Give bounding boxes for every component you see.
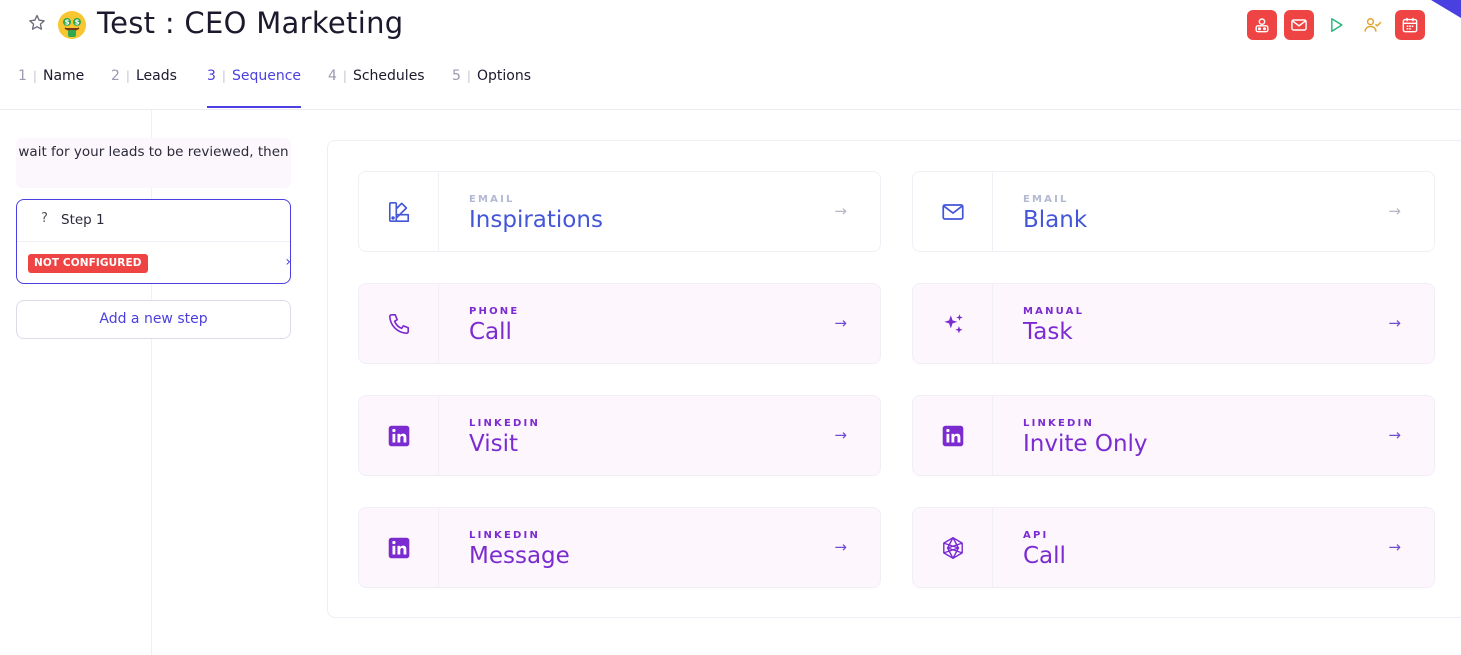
tab-number: 5 <box>452 68 461 84</box>
step-kind: LINKEDIN <box>469 530 541 541</box>
user-check-icon <box>1364 18 1382 32</box>
user-check-button[interactable] <box>1358 10 1388 40</box>
step-option-manual-task[interactable]: MANUAL Task → <box>912 283 1435 364</box>
wait-instruction: wait for your leads to be reviewed, then <box>16 138 291 188</box>
tab-separator: | <box>221 69 226 83</box>
tab-separator: | <box>466 69 471 83</box>
step-option-text: EMAIL Blank <box>993 172 1087 251</box>
step-option-email-blank[interactable]: EMAIL Blank → <box>912 171 1435 252</box>
svg-text:$: $ <box>65 19 70 27</box>
star-icon[interactable] <box>27 13 47 33</box>
arrow-right-icon: → <box>834 538 847 556</box>
step-option-text: PHONE Call <box>439 284 519 363</box>
arrow-right-icon: → <box>834 202 847 220</box>
api-icon <box>913 508 993 587</box>
step-option-linkedin-invite[interactable]: LINKEDIN Invite Only → <box>912 395 1435 476</box>
step-title: Visit <box>469 431 519 457</box>
step-kind: LINKEDIN <box>469 418 541 429</box>
step-option-text: LINKEDIN Invite Only <box>993 396 1148 475</box>
tab-label: Leads <box>135 68 177 84</box>
tab-number: 1 <box>18 68 27 84</box>
tab-separator: | <box>342 69 347 83</box>
tab-options[interactable]: 5 | Options <box>452 68 531 108</box>
step-title: Call <box>469 319 512 345</box>
step-header: ? Step 1 <box>17 200 290 242</box>
step-option-linkedin-message[interactable]: LINKEDIN Message → <box>358 507 881 588</box>
play-button[interactable] <box>1321 10 1351 40</box>
contact-card-icon <box>1255 18 1269 33</box>
question-icon: ? <box>41 211 48 226</box>
linkedin-icon <box>359 508 439 587</box>
step-kind: PHONE <box>469 306 520 317</box>
tab-label: Schedules <box>352 68 425 84</box>
step-option-phone-call[interactable]: PHONE Call → <box>358 283 881 364</box>
tab-label: Name <box>42 68 85 84</box>
arrow-right-icon: → <box>1388 538 1401 556</box>
linkedin-icon <box>359 396 439 475</box>
arrow-right-icon: → <box>834 314 847 332</box>
step-kind: API <box>1023 530 1049 541</box>
chevron-right-icon[interactable]: › <box>285 254 291 270</box>
step-title: Message <box>469 543 570 569</box>
arrow-right-icon: → <box>1388 426 1401 444</box>
linkedin-icon <box>913 396 993 475</box>
tab-label: Options <box>476 68 531 84</box>
step-option-text: API Call <box>993 508 1066 587</box>
step-option-text: LINKEDIN Message <box>439 508 570 587</box>
header-actions <box>1247 10 1425 40</box>
tab-number: 3 <box>207 68 216 84</box>
svg-text:$: $ <box>75 19 80 27</box>
tab-sequence[interactable]: 3 | Sequence <box>207 68 302 108</box>
page-header: $ $ Test : CEO Marketing <box>0 0 1461 52</box>
step-type-panel: EMAIL Inspirations → EMAIL Blank → PHONE… <box>327 140 1461 618</box>
step-option-text: EMAIL Inspirations <box>439 172 603 251</box>
step-card[interactable]: ? Step 1 NOT CONFIGURED › <box>16 199 291 284</box>
page-title: Test : CEO Marketing <box>97 6 404 40</box>
play-icon <box>1331 18 1343 32</box>
step-option-linkedin-visit[interactable]: LINKEDIN Visit → <box>358 395 881 476</box>
calendar-icon <box>1402 17 1418 33</box>
tab-bar: 1 | Name 2 | Leads 3 | Sequence 4 | Schedules 5 |… <box>0 52 1461 110</box>
arrow-right-icon: → <box>834 426 847 444</box>
add-step-button[interactable]: Add a new step <box>16 300 291 339</box>
tab-name[interactable]: 1 | Name <box>18 68 84 108</box>
tab-separator: | <box>32 69 37 83</box>
step-name: Step 1 <box>61 212 105 228</box>
palette-icon <box>359 172 439 251</box>
step-option-email-inspirations[interactable]: EMAIL Inspirations → <box>358 171 881 252</box>
calendar-button[interactable] <box>1395 10 1425 40</box>
step-title: Inspirations <box>469 207 603 233</box>
step-option-text: LINKEDIN Visit <box>439 396 540 475</box>
step-kind: MANUAL <box>1023 306 1085 317</box>
email-icon <box>1291 19 1307 31</box>
step-kind: EMAIL <box>469 194 515 205</box>
tab-leads[interactable]: 2 | Leads <box>111 68 177 108</box>
tab-separator: | <box>125 69 130 83</box>
status-badge: NOT CONFIGURED <box>28 254 148 273</box>
step-kind: EMAIL <box>1023 194 1069 205</box>
money-face-emoji: $ $ <box>57 10 87 40</box>
contact-card-button[interactable] <box>1247 10 1277 40</box>
envelope-icon <box>913 172 993 251</box>
step-title: Invite Only <box>1023 431 1148 457</box>
step-option-api-call[interactable]: API Call → <box>912 507 1435 588</box>
step-title: Task <box>1023 319 1073 345</box>
step-title: Call <box>1023 543 1066 569</box>
tab-schedules[interactable]: 4 | Schedules <box>328 68 425 108</box>
tab-label: Sequence <box>231 68 302 84</box>
tab-number: 2 <box>111 68 120 84</box>
tab-number: 4 <box>328 68 337 84</box>
step-option-text: MANUAL Task <box>993 284 1084 363</box>
step-kind: LINKEDIN <box>1023 418 1095 429</box>
step-title: Blank <box>1023 207 1088 233</box>
phone-icon <box>359 284 439 363</box>
arrow-right-icon: → <box>1388 202 1401 220</box>
arrow-right-icon: → <box>1388 314 1401 332</box>
sparkles-icon <box>913 284 993 363</box>
email-button[interactable] <box>1284 10 1314 40</box>
sidebar-divider <box>151 110 152 655</box>
